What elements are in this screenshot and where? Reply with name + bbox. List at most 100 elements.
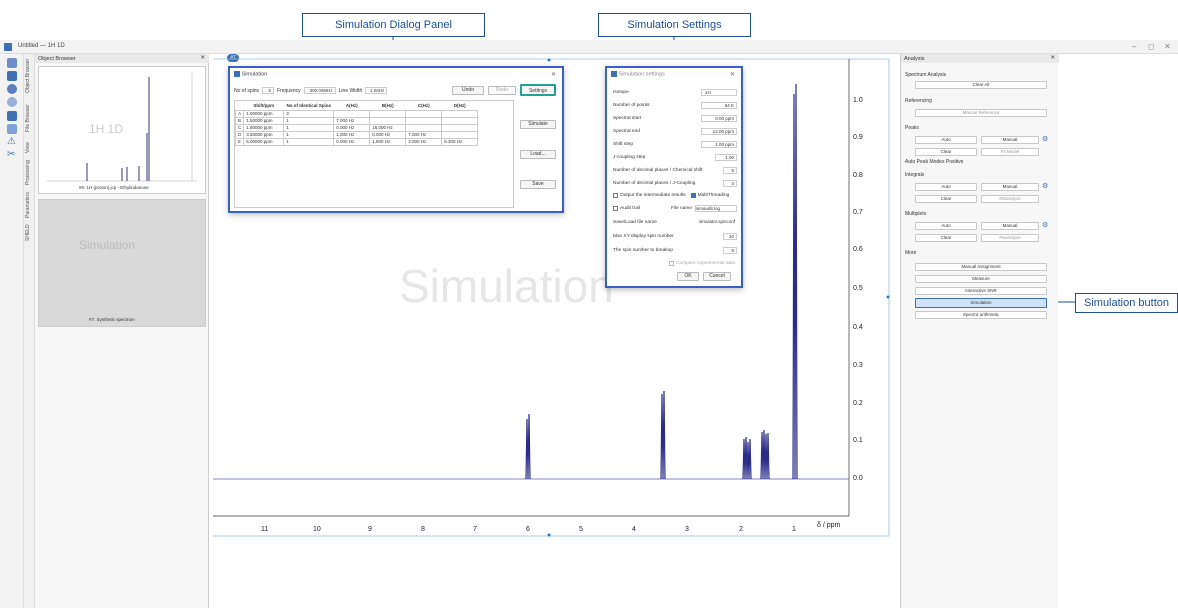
integrals-manual-button[interactable]: Manual (981, 183, 1039, 191)
redo-icon[interactable] (7, 97, 17, 107)
j-coupling-step-label: J-coupling step (613, 155, 646, 160)
num-spins-field[interactable]: 5 (262, 87, 275, 94)
panel-close-icon[interactable]: ✕ (200, 55, 205, 61)
decimal-jcoupling-label: Number of decimal places / J-Coupling (613, 181, 696, 186)
undo-icon[interactable] (7, 84, 17, 94)
compare-checkbox[interactable] (669, 261, 674, 266)
simulation-button[interactable]: Simulation (915, 298, 1047, 308)
save-icon[interactable] (7, 71, 17, 81)
spectral-end-field[interactable]: 12.00 ppm (701, 128, 737, 135)
ok-button[interactable]: OK (677, 272, 699, 281)
dialog-app-icon (611, 71, 617, 77)
multiplets-heading: Multiplets (905, 211, 927, 217)
max-xy-label: Max XY display spin number (613, 234, 674, 239)
table-row[interactable]: A 1.00000 ppm 3 (234, 109, 479, 118)
peaks-manual-button[interactable]: Manual (981, 136, 1039, 144)
x-tick: 8 (421, 526, 425, 533)
simulation-dialog-close-icon[interactable]: ✕ (551, 71, 556, 78)
analysis-panel: Analysis ✕ Spectrum Analysis Clear All R… (900, 54, 1059, 608)
shift-step-label: Shift step (613, 142, 633, 147)
output-intermediate-checkbox[interactable] (613, 193, 618, 198)
tab-sheld[interactable]: SHELD (25, 223, 34, 243)
document-icon[interactable] (7, 111, 17, 121)
object-browser-title: Object Browser (38, 56, 76, 62)
spin-breakup-field[interactable]: 8 (723, 247, 737, 254)
clear-all-button[interactable]: Clear All (915, 81, 1047, 89)
multiplets-auto-button[interactable]: Auto (915, 222, 977, 230)
window-titlebar: Untitled — 1H 1D – ◻ ✕ (0, 40, 1178, 54)
new-icon[interactable] (7, 58, 17, 68)
shift-step-field[interactable]: 1.00 ppm (701, 141, 737, 148)
spin-breakup-label: The spin number to breakup (613, 248, 673, 253)
integrals-auto-button[interactable]: Auto (915, 183, 977, 191)
x-tick: 10 (313, 526, 321, 533)
frequency-field[interactable]: 300.00MHz (303, 87, 336, 94)
decimal-jcoupling-field[interactable]: 3 (723, 180, 737, 187)
tab-view[interactable]: View (25, 140, 34, 156)
tools-icon[interactable]: ✂ (7, 150, 17, 160)
manual-assignment-button[interactable]: Manual Assignment (915, 263, 1047, 271)
close-icon[interactable]: ✕ (1164, 42, 1171, 51)
interactive-snr-button[interactable]: Interactive SNR (915, 287, 1047, 295)
thumbnail-1h-1d[interactable]: 1H 1D #6: 1H (proton).jcp - Ethylindanon… (38, 66, 206, 194)
thumbnail-simulation[interactable]: Simulation #7: Synthetic spectrum (38, 199, 206, 327)
peaks-auto-button[interactable]: Auto (915, 136, 977, 144)
integrals-gear-icon[interactable]: ⚙ (1042, 183, 1049, 190)
undo-button[interactable]: Undo (452, 86, 484, 95)
image-icon[interactable] (7, 124, 17, 134)
y-tick: 0.3 (853, 362, 863, 369)
num-spins-label: No of spins (234, 87, 260, 94)
x-tick: 4 (632, 526, 636, 533)
tab-parameters[interactable]: Parameters (25, 190, 34, 220)
restore-icon[interactable]: ◻ (1148, 42, 1155, 51)
multiplets-reanalyze-button[interactable]: Reanalyze (981, 234, 1039, 242)
spectral-start-field[interactable]: 0.00 ppm (701, 115, 737, 122)
table-row[interactable]: B 1.50000 ppm 1 7.000 Hz (234, 116, 479, 125)
measure-button[interactable]: Measure (915, 275, 1047, 283)
x-tick: 5 (579, 526, 583, 533)
save-load-field[interactable]: simulator.spinconf (683, 219, 737, 226)
output-intermediate-label: Output the intermediate results (620, 193, 686, 198)
multiplets-clear-button[interactable]: Clear (915, 234, 977, 242)
y-tick: 0.5 (853, 285, 863, 292)
num-points-field[interactable]: 64 K (701, 102, 737, 109)
tab-processing[interactable]: Processing (25, 159, 34, 187)
panel-close-icon[interactable]: ✕ (1050, 55, 1055, 61)
cancel-button[interactable]: Cancel (703, 272, 731, 281)
integrals-clear-button[interactable]: Clear (915, 195, 977, 203)
tab-object-browser[interactable]: Object Browser (25, 56, 34, 96)
file-name-field[interactable]: simaudit.log (695, 205, 737, 212)
manual-reference-button[interactable]: Manual Reference (915, 109, 1047, 117)
line-width-field[interactable]: 1.00Hz (365, 87, 388, 94)
peaks-clear-button[interactable]: Clear (915, 148, 977, 156)
redo-button[interactable]: Redo (488, 86, 516, 95)
simulation-dialog-title: Simulation (234, 71, 267, 77)
multiplets-manual-button[interactable]: Manual (981, 222, 1039, 230)
simulate-button[interactable]: Simulate (520, 120, 556, 129)
j-coupling-step-field[interactable]: 1.00 (715, 154, 737, 161)
isotope-select[interactable]: 1H (701, 89, 737, 96)
load-button[interactable]: Load... (520, 150, 556, 159)
fit-model-button[interactable]: Fit Model (981, 148, 1039, 156)
audit-trail-checkbox[interactable] (613, 206, 618, 211)
spectra-arithmetic-button[interactable]: Spectra arithmetic (915, 311, 1047, 319)
integrals-reanalyze-button[interactable]: Reanalyze (981, 195, 1039, 203)
settings-dialog-close-icon[interactable]: ✕ (730, 71, 735, 78)
save-button[interactable]: Save (520, 180, 556, 189)
table-row[interactable]: D 3.50000 ppm 1 1.000 Hz 0.000 Hz 7.000 Hz (234, 130, 479, 139)
warning-icon[interactable]: ⚠ (7, 137, 17, 147)
tab-file-browser[interactable]: File Browser (25, 99, 34, 137)
table-row[interactable]: E 6.00000 ppm 1 0.000 Hz 1.500 Hz 2.000 Hz 6.3… (234, 137, 479, 146)
frequency-label: Frequency (277, 87, 301, 94)
y-tick: 0.7 (853, 209, 863, 216)
settings-button[interactable]: Settings (520, 84, 556, 96)
table-row[interactable]: C 1.80000 ppm 1 0.000 Hz 16.000 Hz (234, 123, 479, 132)
minimize-icon[interactable]: – (1132, 42, 1136, 51)
multiplets-gear-icon[interactable]: ⚙ (1042, 222, 1049, 229)
multithreading-checkbox[interactable] (690, 193, 696, 198)
max-xy-field[interactable]: 10 (723, 233, 737, 240)
peaks-gear-icon[interactable]: ⚙ (1042, 136, 1049, 143)
audit-trail-label: Audit trail (620, 206, 640, 211)
output-intermediate-row: Output the intermediate results MultiThr… (613, 193, 729, 198)
decimal-shift-field[interactable]: 5 (723, 167, 737, 174)
